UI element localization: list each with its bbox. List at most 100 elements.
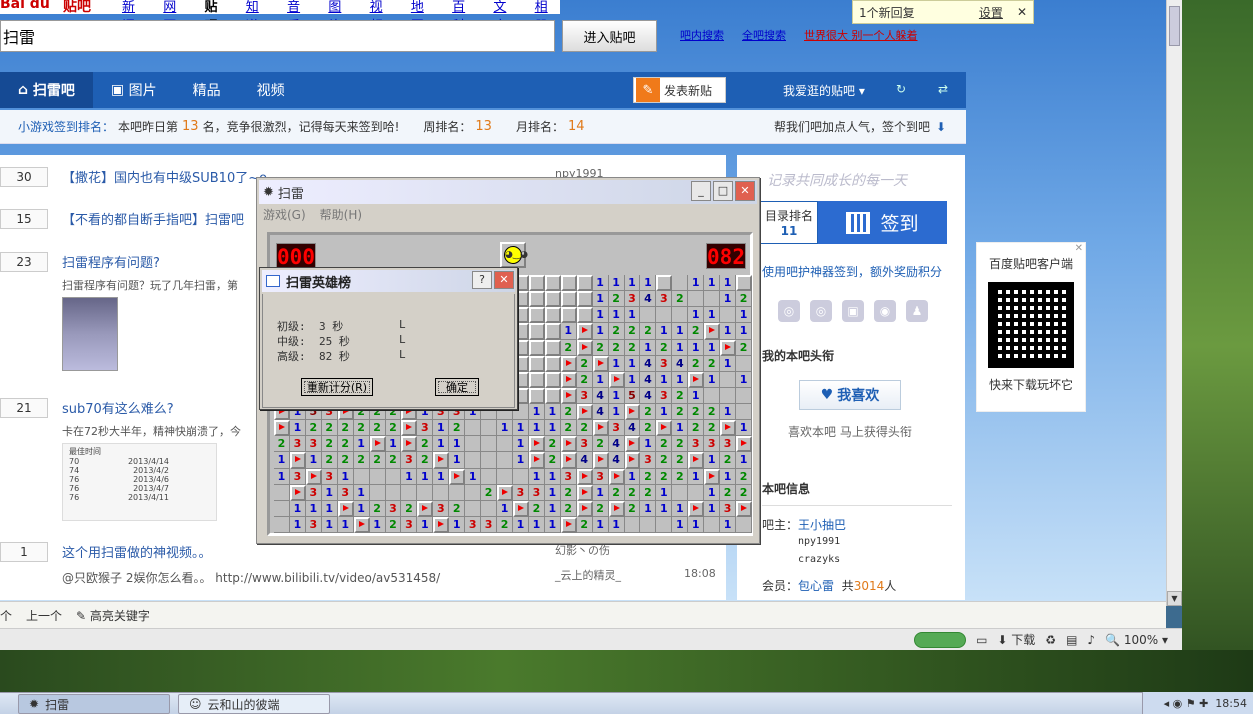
mine-cell[interactable]: [736, 404, 752, 421]
mine-cell[interactable]: 3: [321, 468, 338, 485]
mine-cell[interactable]: 1: [544, 404, 561, 421]
mine-cell[interactable]: [401, 420, 418, 437]
mine-cell[interactable]: [576, 291, 593, 308]
mine-cell[interactable]: 1: [736, 420, 752, 437]
mine-cell[interactable]: 1: [528, 420, 545, 437]
taskbar-item-browser[interactable]: ☺ 云和山的彼端: [178, 694, 330, 714]
mine-cell[interactable]: [528, 436, 545, 453]
mine-cell[interactable]: [656, 516, 673, 533]
trash-icon[interactable]: ♻: [1045, 633, 1056, 647]
mine-cell[interactable]: 1: [321, 484, 338, 501]
mine-cell[interactable]: [353, 516, 370, 533]
mine-cell[interactable]: 4: [608, 436, 625, 453]
mine-cell[interactable]: [720, 307, 737, 324]
mine-cell[interactable]: [544, 307, 561, 324]
taskbar-item-minesweeper[interactable]: ✹ 扫雷: [18, 694, 170, 714]
mine-cell[interactable]: 2: [624, 484, 641, 501]
mine-cell[interactable]: 1: [720, 404, 737, 421]
mine-cell[interactable]: [688, 484, 705, 501]
mine-cell[interactable]: [481, 420, 498, 437]
mine-cell[interactable]: 1: [640, 436, 657, 453]
mine-cell[interactable]: [305, 468, 322, 485]
mine-cell[interactable]: 1: [289, 420, 306, 437]
mine-cell[interactable]: 2: [560, 339, 577, 356]
mine-cell[interactable]: [704, 468, 721, 485]
mine-cell[interactable]: 2: [560, 484, 577, 501]
mine-cell[interactable]: 2: [481, 484, 498, 501]
notification-popup[interactable]: 1个新回复 设置 ✕: [852, 0, 1034, 24]
mine-cell[interactable]: [544, 387, 561, 404]
mine-cell[interactable]: 3: [289, 436, 306, 453]
mine-cell[interactable]: 2: [592, 500, 609, 517]
close-icon[interactable]: ✕: [1075, 243, 1083, 254]
reset-scores-button[interactable]: 重新计分(R): [301, 378, 373, 396]
mine-cell[interactable]: 2: [576, 420, 593, 437]
find-prev-button[interactable]: 上一个: [26, 607, 62, 624]
mine-cell[interactable]: [576, 500, 593, 517]
mine-cell[interactable]: [736, 387, 752, 404]
mine-cell[interactable]: 2: [640, 420, 657, 437]
mine-cell[interactable]: 1: [688, 468, 705, 485]
mine-cell[interactable]: 2: [449, 420, 466, 437]
mine-cell[interactable]: 1: [353, 436, 370, 453]
mine-cell[interactable]: [720, 420, 737, 437]
mine-cell[interactable]: 2: [704, 404, 721, 421]
mine-cell[interactable]: [672, 307, 689, 324]
close-icon[interactable]: ✕: [1017, 5, 1027, 19]
mine-cell[interactable]: [720, 387, 737, 404]
mine-cell[interactable]: [560, 436, 577, 453]
mine-cell[interactable]: 2: [560, 420, 577, 437]
mine-cell[interactable]: [736, 355, 752, 372]
mine-cell[interactable]: 1: [337, 468, 354, 485]
mine-cell[interactable]: 2: [592, 339, 609, 356]
thread-thumbnail[interactable]: [62, 297, 118, 371]
admin-link[interactable]: npy1991: [798, 536, 840, 547]
mine-cell[interactable]: 3: [465, 516, 482, 533]
mine-cell[interactable]: [528, 339, 545, 356]
mine-cell[interactable]: [433, 484, 450, 501]
mine-cell[interactable]: 1: [592, 275, 609, 292]
screenshot-icon[interactable]: ▭: [976, 633, 987, 647]
mine-cell[interactable]: [720, 371, 737, 388]
smiley-button[interactable]: ◕‿◕: [500, 242, 528, 268]
mine-cell[interactable]: 5: [624, 387, 641, 404]
mine-cell[interactable]: 2: [624, 500, 641, 517]
like-forum-button[interactable]: ♥ 我喜欢: [799, 380, 901, 410]
mine-cell[interactable]: 2: [624, 339, 641, 356]
mine-cell[interactable]: [513, 468, 529, 485]
mine-cell[interactable]: 1: [337, 516, 354, 533]
minimize-icon[interactable]: _: [691, 181, 711, 201]
mine-cell[interactable]: [576, 275, 593, 292]
mine-cell[interactable]: 1: [736, 307, 752, 324]
vertical-scrollbar[interactable]: ▼: [1166, 0, 1182, 606]
mine-cell[interactable]: [544, 275, 561, 292]
mine-cell[interactable]: 1: [704, 484, 721, 501]
mine-cell[interactable]: [465, 484, 482, 501]
mine-cell[interactable]: 1: [449, 452, 466, 469]
mine-cell[interactable]: [576, 339, 593, 356]
mine-cell[interactable]: 1: [513, 516, 529, 533]
mine-cell[interactable]: 1: [672, 371, 689, 388]
mine-cell[interactable]: 3: [401, 516, 418, 533]
search-in-forum-link[interactable]: 吧内搜索: [680, 27, 724, 43]
mine-cell[interactable]: 1: [528, 468, 545, 485]
mine-cell[interactable]: 1: [608, 387, 625, 404]
mine-cell[interactable]: 3: [289, 468, 306, 485]
mine-cell[interactable]: 3: [560, 468, 577, 485]
mine-cell[interactable]: 3: [640, 452, 657, 469]
mine-cell[interactable]: 2: [337, 452, 354, 469]
mine-cell[interactable]: [640, 307, 657, 324]
mine-cell[interactable]: 3: [720, 500, 737, 517]
mine-cell[interactable]: 1: [305, 452, 322, 469]
mine-cell[interactable]: 3: [433, 500, 450, 517]
mine-cell[interactable]: [433, 452, 450, 469]
mine-cell[interactable]: [704, 291, 721, 308]
mine-cell[interactable]: [369, 436, 386, 453]
mine-cell[interactable]: 1: [321, 500, 338, 517]
mine-cell[interactable]: 1: [720, 516, 737, 533]
mine-cell[interactable]: 1: [305, 500, 322, 517]
mine-cell[interactable]: [528, 387, 545, 404]
mine-cell[interactable]: 2: [369, 452, 386, 469]
mine-cell[interactable]: [656, 275, 673, 292]
mine-cell[interactable]: [688, 291, 705, 308]
